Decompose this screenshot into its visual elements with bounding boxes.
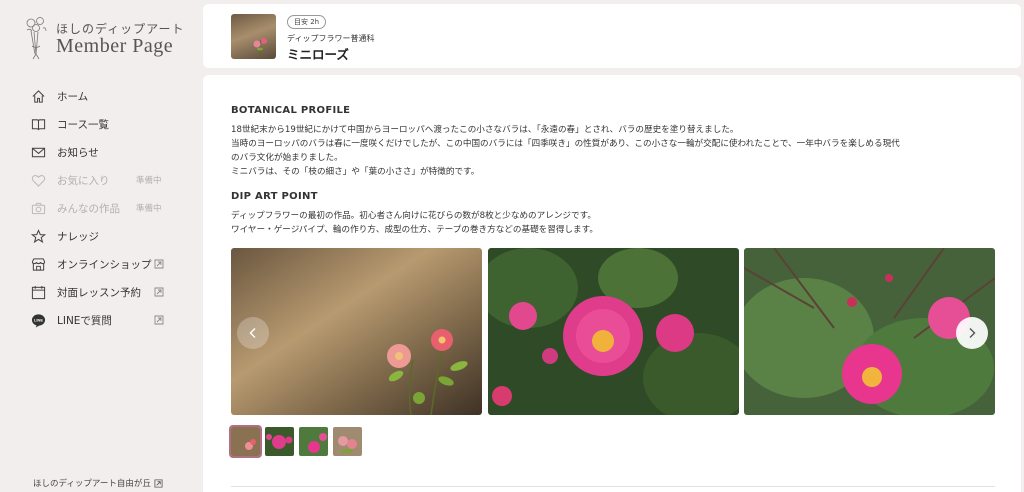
course-title: ミニローズ	[287, 47, 349, 62]
sidebar-item-lesson-booking[interactable]: 対面レッスン予約	[30, 278, 190, 306]
sidebar-item-news[interactable]: お知らせ	[30, 138, 190, 166]
brand-title: Member Page	[56, 35, 174, 57]
external-link-icon	[154, 478, 163, 488]
coming-soon-tag: 準備中	[136, 204, 162, 214]
sidebar-item-label: コース一覧	[57, 118, 109, 131]
carousel-thumbnail[interactable]	[229, 425, 262, 458]
botanical-text-line: のバラ文化が始まりました。	[231, 153, 343, 163]
sidebar-item-label: みんなの作品	[57, 202, 120, 215]
sidebar-item-label: LINEで質問	[57, 314, 112, 327]
course-thumbnail	[231, 14, 276, 59]
camera-icon	[30, 200, 46, 216]
svg-text:LINE: LINE	[34, 317, 43, 322]
botanical-profile-heading: BOTANICAL PROFILE	[231, 105, 351, 116]
duration-badge: 目安 2h	[287, 15, 327, 29]
star-icon	[30, 228, 46, 244]
carousel-photo-pink-roses	[488, 248, 739, 415]
sidebar-item-knowledge[interactable]: ナレッジ	[30, 222, 190, 250]
carousel-thumbnails	[229, 425, 362, 458]
mail-icon	[30, 144, 46, 160]
course-detail: BOTANICAL PROFILE 18世紀末から19世紀にかけて中国からヨーロ…	[203, 75, 1021, 492]
dip-art-point-heading: DIP ART POINT	[231, 191, 318, 202]
line-icon: LINE	[30, 312, 46, 328]
sidebar-item-label: ナレッジ	[57, 230, 99, 243]
coming-soon-tag: 準備中	[136, 176, 162, 186]
sidebar-item-label: 対面レッスン予約	[57, 286, 141, 299]
sidebar-item-label: オンラインショップ	[57, 258, 152, 271]
shop-icon	[30, 256, 46, 272]
sidebar-item-favorites: お気に入り 準備中	[30, 166, 190, 194]
studio-link-label: ほしのディップアート自由が丘	[33, 479, 151, 489]
carousel-thumbnail[interactable]	[299, 427, 328, 456]
carousel-next-button[interactable]	[956, 317, 988, 349]
sidebar-item-label: お気に入り	[57, 174, 110, 187]
external-link-icon	[154, 287, 164, 297]
sidebar-item-home[interactable]: ホーム	[30, 82, 190, 110]
chevron-left-icon	[249, 328, 256, 338]
carousel-prev-button[interactable]	[237, 317, 269, 349]
botanical-text-line: 18世紀末から19世紀にかけて中国からヨーロッパへ渡ったこの小さなバラは、「永遠…	[231, 125, 739, 135]
studio-link[interactable]: ほしのディップアート自由が丘	[33, 477, 163, 489]
sidebar-item-courses[interactable]: コース一覧	[30, 110, 190, 138]
course-category: ディップフラワー普通科	[287, 34, 375, 43]
brand-logo[interactable]: ほしのディップアート Member Page	[22, 16, 192, 62]
botanical-text-line: ミニバラは、その「枝の細さ」や「葉の小ささ」が特徴的です。	[231, 167, 480, 177]
carousel-thumbnail[interactable]	[333, 427, 362, 456]
dip-art-text-line: ワイヤー・ゲージパイプ、輪の作り方、成型の仕方、テープの巻き方などの基礎を習得し…	[231, 225, 598, 235]
dip-art-text-line: ディップフラワーの最初の作品。初心者さん向けに花びらの数が8枚と少なめのアレンジ…	[231, 211, 596, 221]
external-link-icon	[154, 315, 164, 325]
sidebar: ほしのディップアート Member Page ホーム コース一覧 お知らせ お気…	[0, 0, 202, 492]
carousel-thumbnail[interactable]	[265, 427, 294, 456]
section-divider	[231, 486, 995, 487]
sidebar-item-gallery: みんなの作品 準備中	[30, 194, 190, 222]
botanical-text-line: 当時のヨーロッパのバラは春に一度咲くだけでしたが、この中国のバラには「四季咲き」…	[231, 139, 900, 149]
course-header: 目安 2h ディップフラワー普通科 ミニローズ	[203, 4, 1021, 68]
sidebar-nav: ホーム コース一覧 お知らせ お気に入り 準備中 みんなの作品 準備中 ナレッジ…	[30, 82, 190, 334]
sidebar-item-label: お知らせ	[57, 146, 99, 159]
external-link-icon	[154, 259, 164, 269]
bouquet-logo-icon	[26, 17, 47, 60]
sidebar-item-line-question[interactable]: LINE LINEで質問	[30, 306, 190, 334]
chevron-right-icon	[969, 328, 976, 338]
book-icon	[30, 116, 46, 132]
home-icon	[30, 88, 46, 104]
calendar-icon	[30, 284, 46, 300]
sidebar-item-label: ホーム	[57, 90, 89, 103]
sidebar-item-shop[interactable]: オンラインショップ	[30, 250, 190, 278]
photo-carousel[interactable]	[231, 248, 995, 415]
heart-icon	[30, 172, 46, 188]
